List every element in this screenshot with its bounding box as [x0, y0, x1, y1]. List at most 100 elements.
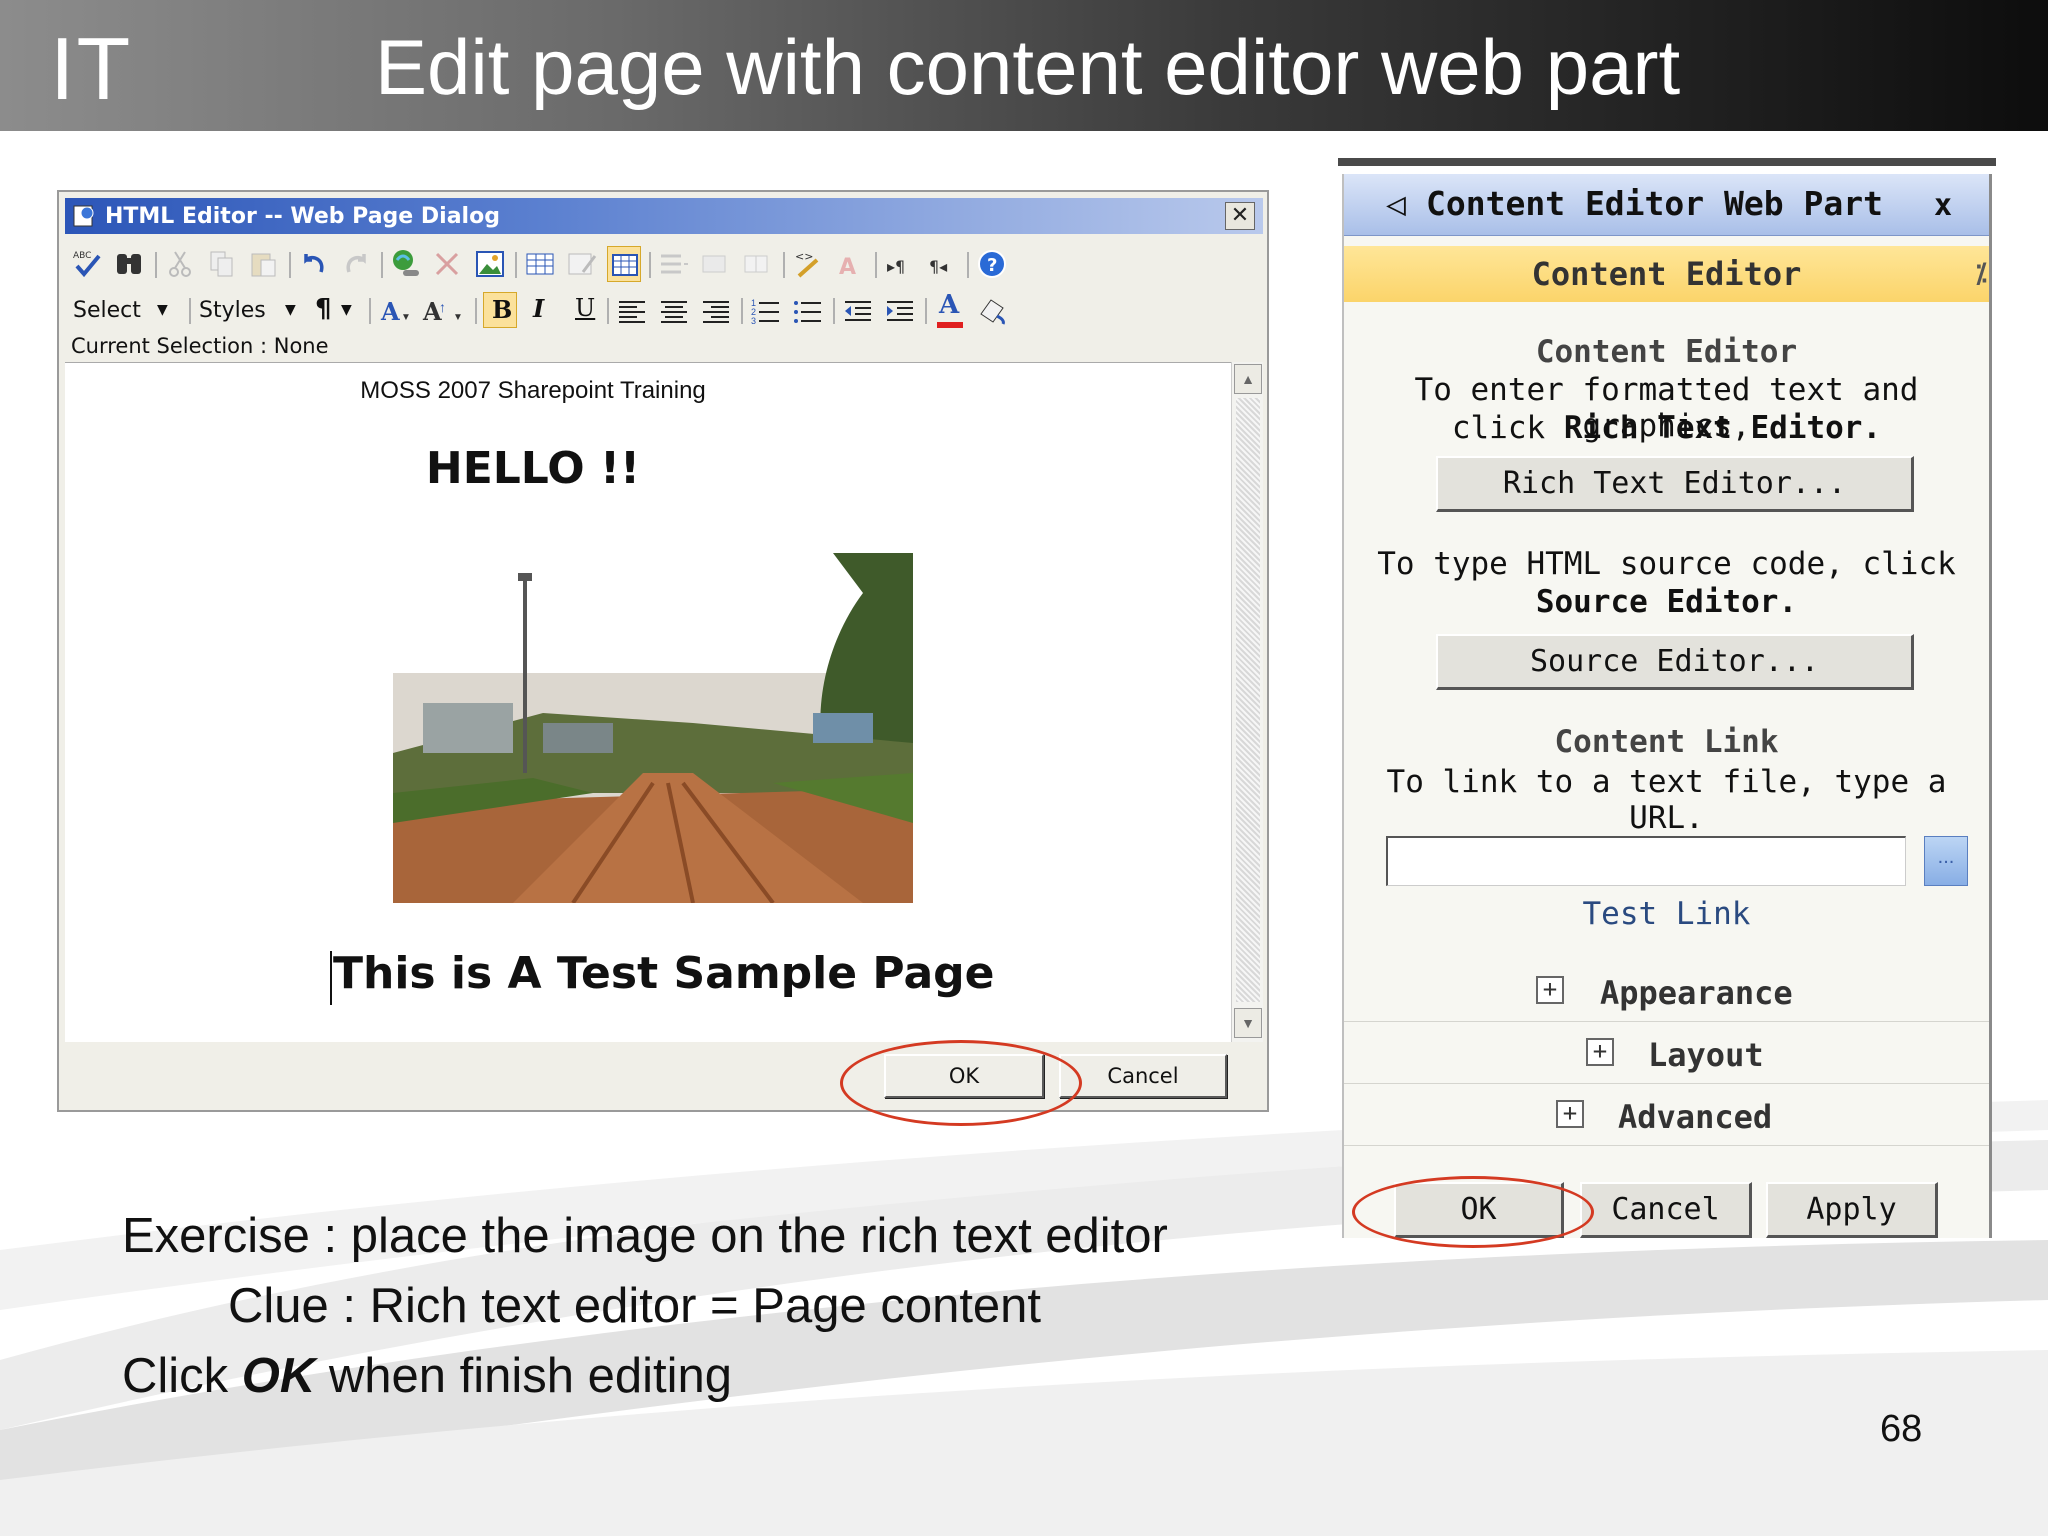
expander-appearance[interactable]: + Appearance: [1344, 962, 1989, 1022]
expander-label: Advanced: [1618, 1098, 1773, 1136]
insert-hyperlink-icon[interactable]: [389, 246, 423, 282]
expand-plus-icon[interactable]: +: [1586, 1038, 1614, 1066]
insert-table-icon[interactable]: [523, 246, 557, 282]
collapse-icon[interactable]: ⁒: [1975, 246, 1987, 302]
styles-menu[interactable]: Styles: [199, 298, 266, 323]
web-part-title: Content Editor Web Part: [1426, 184, 1883, 223]
panel-top-border: [1338, 158, 1996, 166]
font-icon[interactable]: A ▼: [377, 292, 411, 328]
content-photo-dirt-road[interactable]: [393, 553, 913, 903]
expand-plus-icon[interactable]: +: [1536, 976, 1564, 1004]
select-menu[interactable]: Select: [73, 298, 141, 323]
undo-icon[interactable]: [297, 246, 331, 282]
find-icon[interactable]: [113, 246, 147, 282]
source-edit-icon[interactable]: <>: [791, 246, 825, 282]
html-editor-dialog: HTML Editor -- Web Page Dialog ✕ ABC <> …: [57, 190, 1269, 1112]
ltr-direction-icon[interactable]: ▸¶: [883, 246, 917, 282]
svg-text:▼: ▼: [401, 312, 411, 323]
expander-label: Layout: [1648, 1036, 1764, 1074]
decrease-indent-icon[interactable]: [841, 292, 875, 328]
insert-image-icon[interactable]: [473, 246, 507, 282]
rtl-direction-icon[interactable]: ¶◂: [925, 246, 959, 282]
source-instruction-line2: Source Editor.: [1535, 584, 1798, 620]
slide-title: Edit page with content editor web part: [375, 23, 1681, 111]
rich-text-edit-area[interactable]: MOSS 2007 Sharepoint Training HELLO !! T…: [65, 362, 1231, 1042]
redo-icon[interactable]: [339, 246, 373, 282]
copy-icon[interactable]: [205, 246, 239, 282]
text-caret: [330, 951, 332, 1005]
scroll-track[interactable]: [1236, 398, 1260, 1002]
back-triangle-icon[interactable]: ◁: [1386, 184, 1406, 223]
spellcheck-icon[interactable]: ABC: [71, 246, 105, 282]
content-editor-heading: Content Editor: [1535, 334, 1798, 370]
rich-text-instruction-line2: click Rich Text Editor.: [1451, 410, 1882, 446]
bulleted-list-icon[interactable]: [791, 292, 825, 328]
scroll-up-icon[interactable]: ▲: [1234, 364, 1262, 394]
clear-format-icon[interactable]: A: [833, 246, 867, 282]
content-link-heading: Content Link: [1554, 724, 1779, 760]
source-instruction-line1: To type HTML source code, click: [1377, 546, 1956, 582]
slide-title-bar: IT Edit page with content editor web par…: [0, 0, 2048, 131]
numbered-list-icon[interactable]: 123: [749, 292, 783, 328]
insert-column-icon[interactable]: [699, 246, 733, 282]
svg-text:A: A: [380, 297, 400, 326]
increase-indent-icon[interactable]: [883, 292, 917, 328]
current-selection-status: Current Selection : None: [71, 334, 329, 358]
svg-text:?: ?: [987, 255, 997, 276]
expander-advanced[interactable]: + Advanced: [1344, 1086, 1989, 1146]
brand-logo-text: IT: [50, 19, 133, 118]
scroll-down-icon[interactable]: ▼: [1234, 1008, 1262, 1038]
insert-row-icon[interactable]: [657, 246, 691, 282]
dialog-title-bar: HTML Editor -- Web Page Dialog ✕: [65, 198, 1263, 234]
chevron-down-icon[interactable]: ▼: [341, 302, 352, 318]
web-part-apply-button[interactable]: Apply: [1766, 1182, 1938, 1238]
instruction-clue: Clue : Rich text editor = Page content: [228, 1279, 1042, 1333]
expander-layout[interactable]: + Layout: [1344, 1024, 1989, 1084]
remove-hyperlink-icon[interactable]: [431, 246, 465, 282]
rich-text-editor-button[interactable]: Rich Text Editor...: [1436, 456, 1914, 512]
source-editor-button[interactable]: Source Editor...: [1436, 634, 1914, 690]
svg-text:¶◂: ¶◂: [929, 257, 947, 276]
italic-button[interactable]: I: [523, 292, 557, 328]
content-heading: HELLO !!: [425, 443, 641, 494]
editor-scrollbar[interactable]: ▲ ▼: [1231, 362, 1263, 1042]
svg-text:3: 3: [751, 316, 756, 326]
web-part-cancel-button[interactable]: Cancel: [1580, 1182, 1752, 1238]
chevron-down-icon[interactable]: ▼: [285, 302, 296, 318]
highlight-color-icon[interactable]: [975, 292, 1009, 328]
svg-text:ABC: ABC: [73, 251, 91, 261]
align-left-icon[interactable]: [615, 292, 649, 328]
panel-body: ◁ Content Editor Web Part x Content Edit…: [1342, 174, 1992, 1238]
align-right-icon[interactable]: [699, 292, 733, 328]
show-borders-icon[interactable]: [607, 246, 641, 282]
align-center-icon[interactable]: [657, 292, 691, 328]
svg-text:↑: ↑: [439, 299, 446, 315]
content-editor-web-part-panel: ◁ Content Editor Web Part x Content Edit…: [1338, 158, 1996, 1238]
dialog-cancel-button[interactable]: Cancel: [1059, 1054, 1227, 1098]
paragraph-format-button[interactable]: ¶: [315, 294, 332, 324]
paste-icon[interactable]: [247, 246, 281, 282]
expand-plus-icon[interactable]: +: [1556, 1100, 1584, 1128]
font-color-icon[interactable]: A: [933, 290, 967, 328]
dialog-title: HTML Editor -- Web Page Dialog: [105, 204, 500, 229]
svg-text:A: A: [839, 255, 856, 280]
highlight-ellipse-dialog-ok: [840, 1040, 1082, 1126]
content-link-url-input[interactable]: [1386, 836, 1906, 886]
browse-button[interactable]: ...: [1924, 836, 1968, 886]
help-icon[interactable]: ?: [975, 246, 1009, 282]
instruction-exercise: Exercise : place the image on the rich t…: [122, 1209, 1168, 1263]
chevron-down-icon[interactable]: ▼: [157, 302, 168, 318]
section-title: Content Editor: [1531, 255, 1802, 293]
close-icon[interactable]: x: [1934, 188, 1952, 223]
cut-icon[interactable]: [163, 246, 197, 282]
page-number: 68: [1880, 1408, 1923, 1450]
web-part-header: ◁ Content Editor Web Part x: [1344, 174, 1989, 236]
merge-cells-icon[interactable]: [741, 246, 775, 282]
font-size-icon[interactable]: A ↑ ▼: [421, 292, 467, 328]
underline-button[interactable]: U: [565, 292, 599, 328]
section-header-content-editor[interactable]: Content Editor ⁒: [1344, 246, 1989, 302]
bold-button[interactable]: B: [483, 292, 517, 328]
edit-table-icon[interactable]: [565, 246, 599, 282]
dialog-close-button[interactable]: ✕: [1225, 202, 1255, 230]
test-link[interactable]: Test Link: [1344, 896, 1989, 932]
